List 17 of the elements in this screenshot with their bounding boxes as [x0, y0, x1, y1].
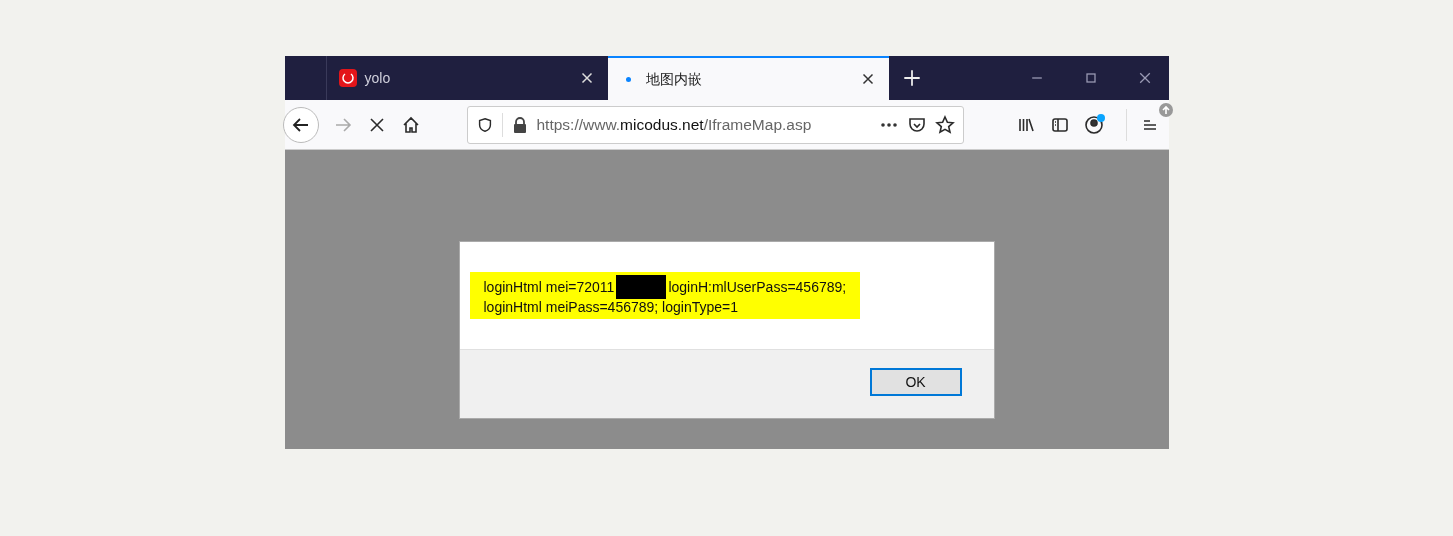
account-icon[interactable] [1083, 114, 1104, 135]
tab-title: yolo [364, 68, 392, 88]
browser-tab[interactable]: yolo [326, 56, 608, 100]
redaction-block [616, 275, 667, 299]
browser-tab[interactable]: 地图内嵌 [607, 56, 889, 100]
message-text: loginH:mlUserPass=456789; [668, 278, 847, 296]
star-icon[interactable] [934, 114, 955, 135]
notification-dot-icon [1096, 113, 1105, 122]
url-text: https://www.micodus.net/IframeMap.asp [536, 114, 813, 135]
tab-favicon-icon [338, 69, 357, 87]
back-button[interactable] [282, 106, 319, 143]
loading-dot-icon [626, 76, 631, 82]
tab-title: 地图内嵌 [645, 69, 703, 89]
message-text: loginHtml meiPass=456789; loginType=1 [483, 299, 738, 316]
address-bar[interactable]: https://www.micodus.net/IframeMap.asp [466, 105, 964, 144]
message-text: loginHtml mei=72011 [483, 278, 615, 296]
ok-button[interactable]: OK [869, 368, 962, 396]
